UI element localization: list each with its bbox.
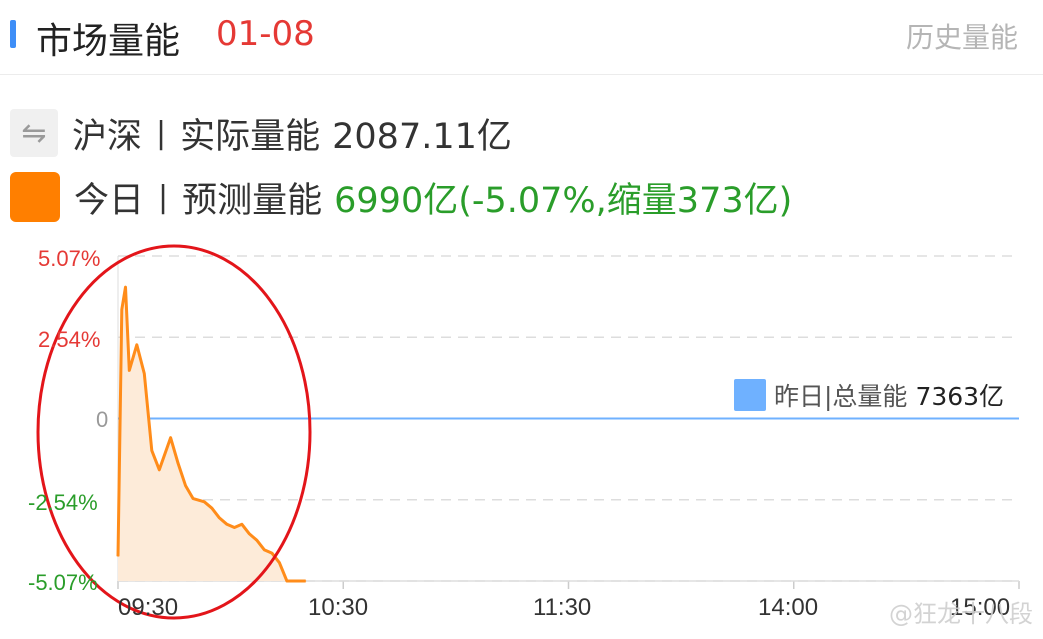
y-tick-label: -2.54% (28, 490, 98, 515)
swap-icon[interactable]: ⇋ (10, 109, 58, 157)
market-label: 沪深 (72, 116, 143, 157)
data-point (117, 555, 119, 557)
legend-row-forecast: 今日 | 预测量能 6990亿(-5.07%,缩量373亿) (10, 172, 792, 222)
data-point (170, 437, 172, 439)
x-tick-label: 14:00 (758, 594, 819, 621)
yesterday-color-swatch (734, 379, 766, 411)
data-point (271, 552, 273, 554)
data-point (218, 517, 220, 519)
data-point (256, 539, 258, 541)
data-point (293, 580, 295, 582)
yesterday-value: 7363亿 (915, 382, 1005, 411)
today-color-swatch (10, 172, 60, 222)
yesterday-total-legend: 昨日|总量能 7363亿 (734, 377, 1004, 413)
metric-label: 预测量能 (182, 180, 323, 221)
y-tick-label: 0 (96, 407, 109, 432)
metric-label: 实际量能 (180, 116, 321, 157)
data-point (301, 580, 303, 582)
data-point (151, 450, 153, 452)
y-tick-label: 2.54% (38, 327, 101, 352)
data-point (125, 286, 127, 288)
x-tick-label: 09:30 (118, 594, 179, 621)
data-point (226, 523, 228, 525)
data-point (128, 369, 130, 371)
data-point (278, 562, 280, 564)
data-point (305, 580, 307, 582)
data-point (136, 344, 138, 346)
legend-row-actual: ⇋ 沪深 | 实际量能 2087.11亿 (10, 108, 512, 158)
header: 市场量能 01-08 历史量能 (0, 0, 1043, 74)
data-point (203, 501, 205, 503)
data-point (248, 533, 250, 535)
data-point (177, 462, 179, 464)
forecast-volume-value: 6990亿(-5.07%,缩量373亿) (334, 180, 793, 221)
watermark-text: @狂龙十八段 (889, 600, 1033, 628)
separator: | (158, 179, 169, 215)
data-point (263, 549, 265, 551)
chart-canvas (36, 244, 1020, 620)
yesterday-label: 昨日|总量能 (774, 382, 908, 411)
title-accent-bar (10, 20, 16, 48)
data-point (192, 498, 194, 500)
today-label: 今日 (74, 180, 145, 221)
data-point (286, 580, 288, 582)
data-point (158, 469, 160, 471)
header-divider (0, 74, 1043, 75)
separator: | (156, 115, 167, 151)
data-point (211, 507, 213, 509)
page-title: 市场量能 (36, 21, 181, 62)
volume-chart[interactable]: 5.07% 2.54% 0 -2.54% -5.07% 09:30 10:30 … (0, 236, 1043, 639)
x-tick-label: 11:30 (533, 594, 592, 621)
date-label: 01-08 (216, 14, 315, 54)
actual-volume-value: 2087.11亿 (332, 116, 512, 157)
y-tick-label: 5.07% (38, 246, 101, 271)
data-point (185, 485, 187, 487)
history-volume-button[interactable]: 历史量能 (906, 16, 1018, 56)
x-tick-label: 10:30 (308, 594, 369, 621)
data-point (143, 373, 145, 375)
data-point (121, 309, 123, 311)
data-point (233, 526, 235, 528)
y-tick-label: -5.07% (28, 570, 98, 595)
series-area-fill (118, 287, 306, 581)
data-point (241, 523, 243, 525)
